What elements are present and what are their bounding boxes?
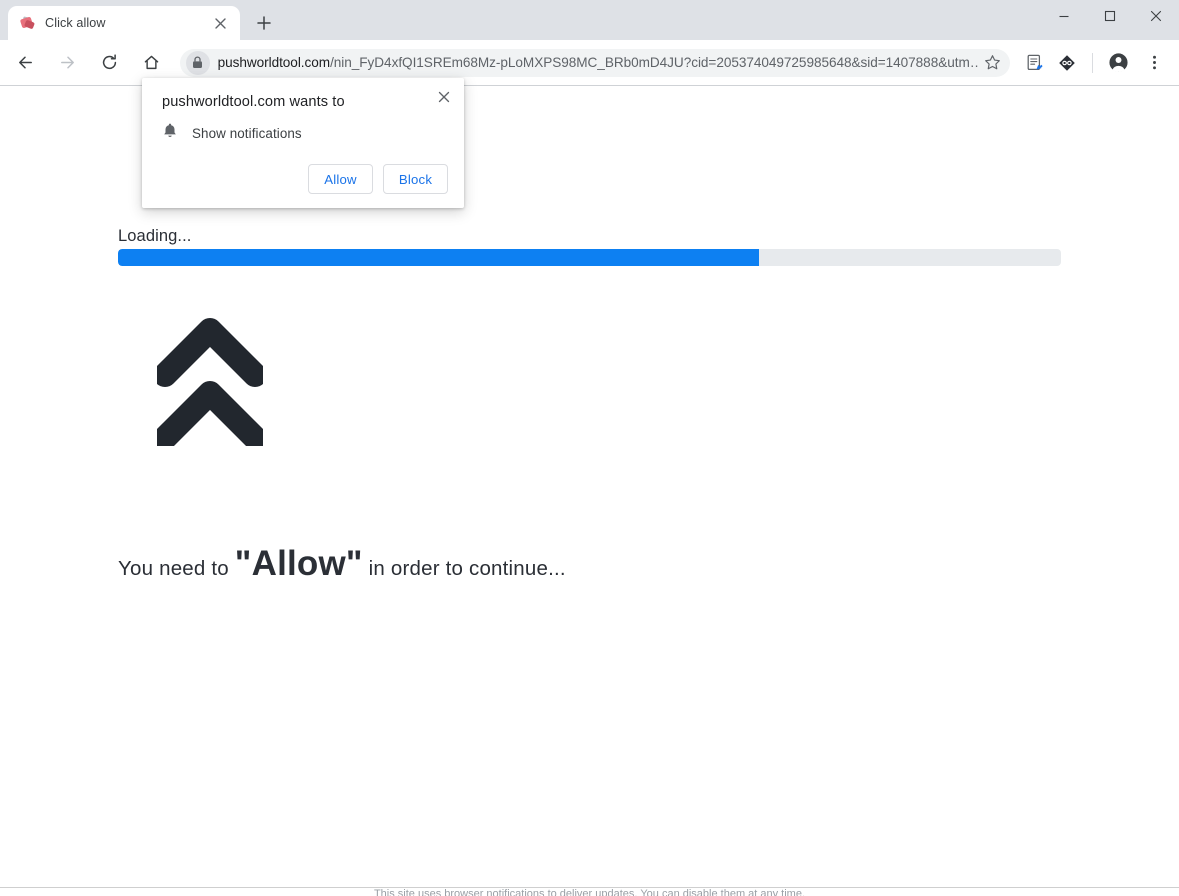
loading-progress-fill [118,249,760,266]
tab-close-icon[interactable] [210,13,230,33]
permission-dialog-actions: Allow Block [308,164,448,194]
toolbar-divider [1092,52,1094,73]
address-bar-path: /nin_FyD4xfQI1SREm68Mz-pLoMXPS98MC_BRb0m… [330,55,981,70]
page-headline: You need to "Allow" in order to continue… [118,544,566,584]
chrome-menu-icon[interactable] [1139,48,1169,78]
headline-prefix: You need to [118,557,235,580]
permission-request-label: Show notifications [192,125,302,141]
page-footer: This site uses browser notifications to … [0,884,1179,896]
window-controls [1041,0,1179,32]
tab-strip: Click allow [0,0,1179,40]
window-close-button[interactable] [1133,0,1179,32]
double-chevron-up-icon [153,315,267,450]
headline-suffix: in order to continue... [362,557,566,580]
allow-button[interactable]: Allow [308,164,373,194]
headline-emphasis: "Allow" [234,544,363,583]
tab-title: Click allow [45,16,106,30]
browser-window: Click allow pushworldtool.com/nin_FyD4xf… [0,0,1179,896]
loading-label: Loading... [118,227,192,245]
address-bar-host: pushworldtool.com [217,55,331,70]
address-bar[interactable]: pushworldtool.com/nin_FyD4xfQI1SREm68Mz-… [179,48,1011,77]
note-editor-extension-icon[interactable] [1020,48,1050,78]
permission-dialog-title: pushworldtool.com wants to [162,94,345,110]
window-minimize-button[interactable] [1041,0,1087,32]
profile-avatar-icon[interactable] [1103,48,1133,78]
bell-icon [162,122,178,144]
lock-icon[interactable] [185,50,210,75]
permission-dialog-close-icon[interactable] [431,84,457,110]
new-tab-button[interactable] [250,9,278,37]
site-favicon [19,15,36,31]
bookmark-star-icon[interactable] [980,51,1004,75]
forward-button[interactable] [52,47,84,79]
window-maximize-button[interactable] [1087,0,1133,32]
address-bar-text[interactable]: pushworldtool.com/nin_FyD4xfQI1SREm68Mz-… [210,55,981,70]
home-button[interactable] [136,47,168,79]
permission-request-row: Show notifications [162,122,302,144]
footer-text: This site uses browser notifications to … [373,888,806,896]
block-button[interactable]: Block [383,164,448,194]
notification-permission-dialog[interactable]: pushworldtool.com wants to Show notifica… [142,78,464,208]
reload-button[interactable] [94,47,126,79]
tab-click-allow[interactable]: Click allow [8,6,240,40]
loading-progress-bar [118,249,1061,266]
diamond-extension-icon[interactable] [1052,48,1082,78]
back-button[interactable] [10,47,42,79]
